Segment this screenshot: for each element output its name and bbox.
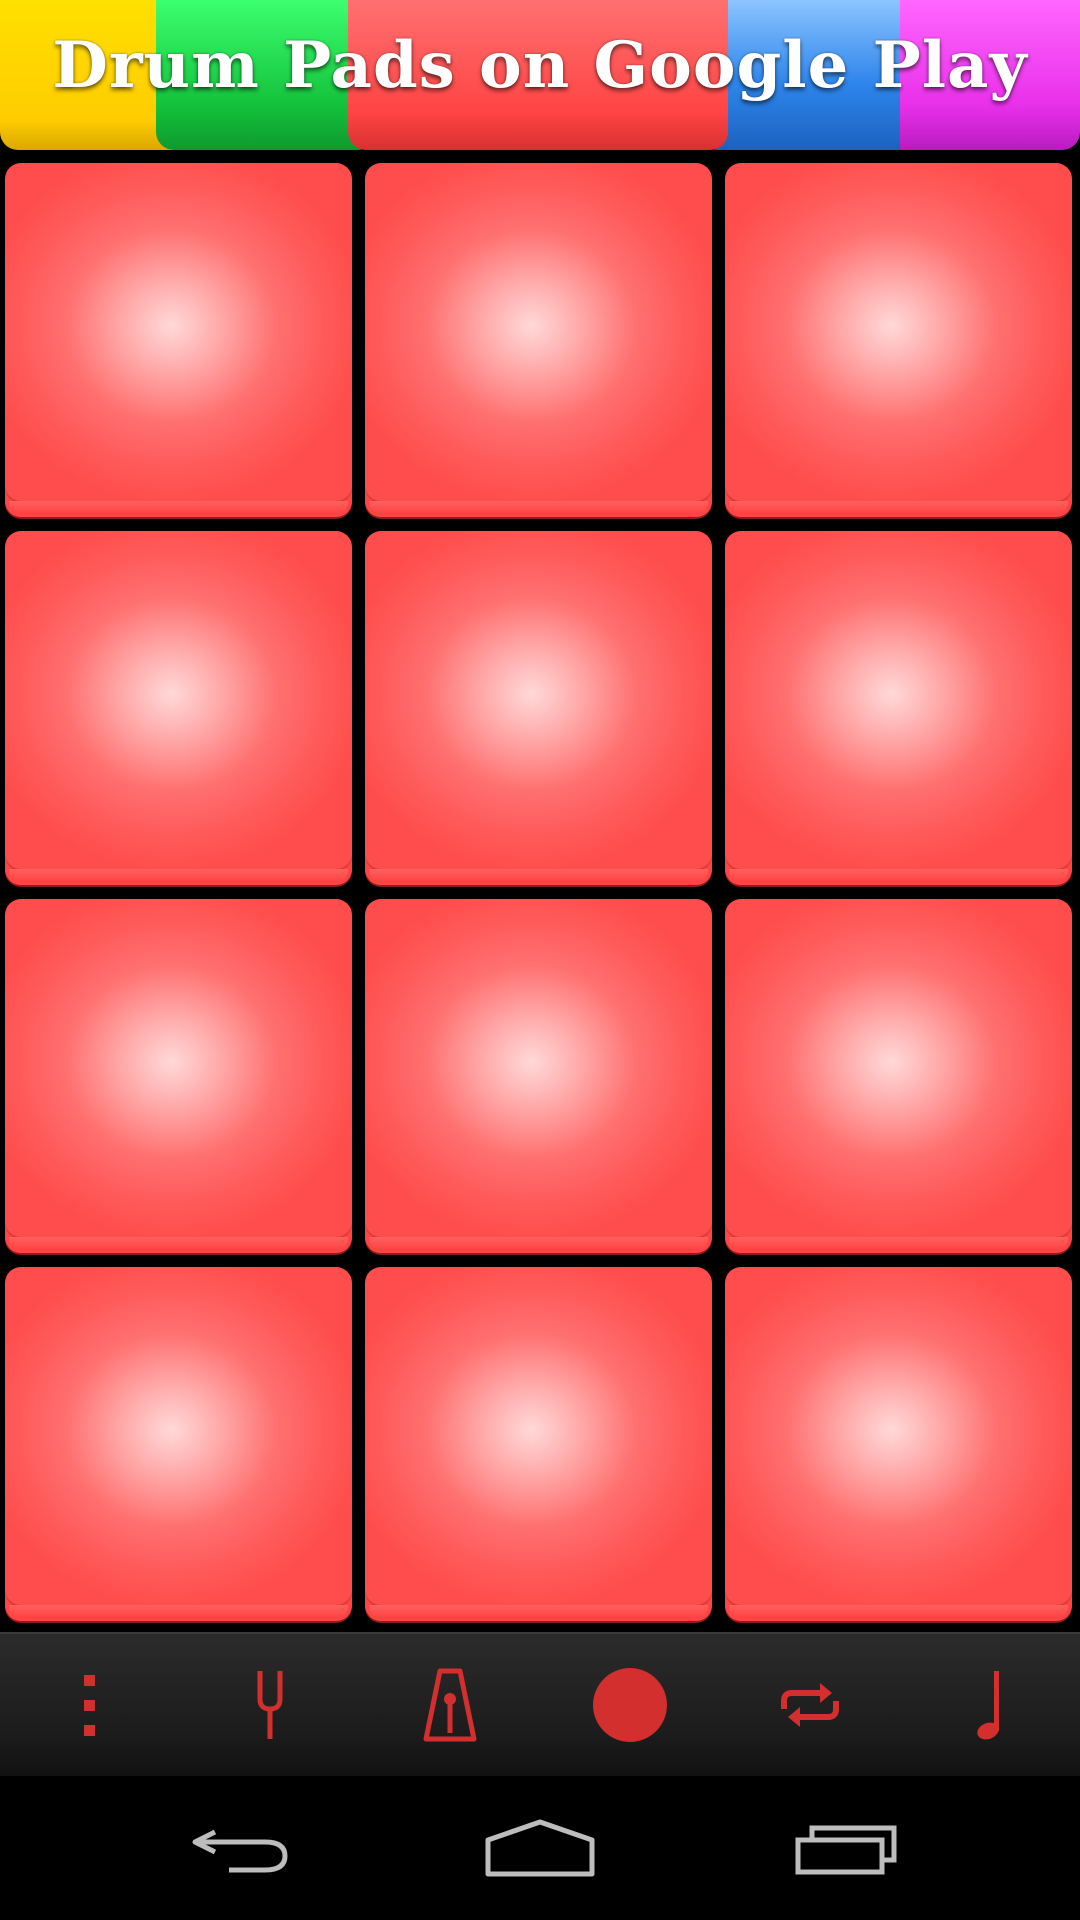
banner-title: Drum Pads on Google Play — [52, 28, 1028, 103]
drum-pad-2[interactable] — [365, 163, 712, 517]
ad-banner[interactable]: Drum Pads on Google Play — [0, 0, 1080, 150]
back-icon — [192, 1829, 288, 1873]
recents-button[interactable] — [735, 1776, 955, 1920]
drum-pad-3[interactable] — [725, 163, 1072, 517]
tuning-fork-icon — [257, 1671, 283, 1739]
menu-button[interactable] — [0, 1634, 180, 1776]
home-button[interactable] — [430, 1776, 650, 1920]
drum-pad-8[interactable] — [365, 899, 712, 1253]
drum-pad-7[interactable] — [5, 899, 352, 1253]
bottom-toolbar — [0, 1632, 1080, 1776]
pad-grid — [5, 163, 1075, 1621]
drum-pad-10[interactable] — [5, 1267, 352, 1621]
drum-pad-5[interactable] — [365, 531, 712, 885]
back-button[interactable] — [130, 1776, 350, 1920]
drum-pads-screen: Drum Pads on Google Play — [0, 0, 1080, 1920]
system-nav-bar — [0, 1776, 1080, 1920]
music-note-icon — [977, 1671, 999, 1740]
metronome-button[interactable] — [360, 1634, 540, 1776]
recents-icon — [795, 1825, 897, 1875]
tuning-button[interactable] — [180, 1634, 360, 1776]
drum-pad-4[interactable] — [5, 531, 352, 885]
drum-pad-12[interactable] — [725, 1267, 1072, 1621]
vertical-dots-icon — [84, 1675, 95, 1736]
metronome-icon — [423, 1668, 477, 1742]
home-icon — [485, 1819, 595, 1877]
drum-pad-1[interactable] — [5, 163, 352, 517]
drum-pad-6[interactable] — [725, 531, 1072, 885]
record-button[interactable] — [540, 1634, 720, 1776]
drum-pad-9[interactable] — [725, 899, 1072, 1253]
loop-icon — [781, 1683, 839, 1727]
sounds-button[interactable] — [900, 1634, 1080, 1776]
record-icon — [593, 1668, 667, 1742]
loop-button[interactable] — [720, 1634, 900, 1776]
drum-pad-11[interactable] — [365, 1267, 712, 1621]
